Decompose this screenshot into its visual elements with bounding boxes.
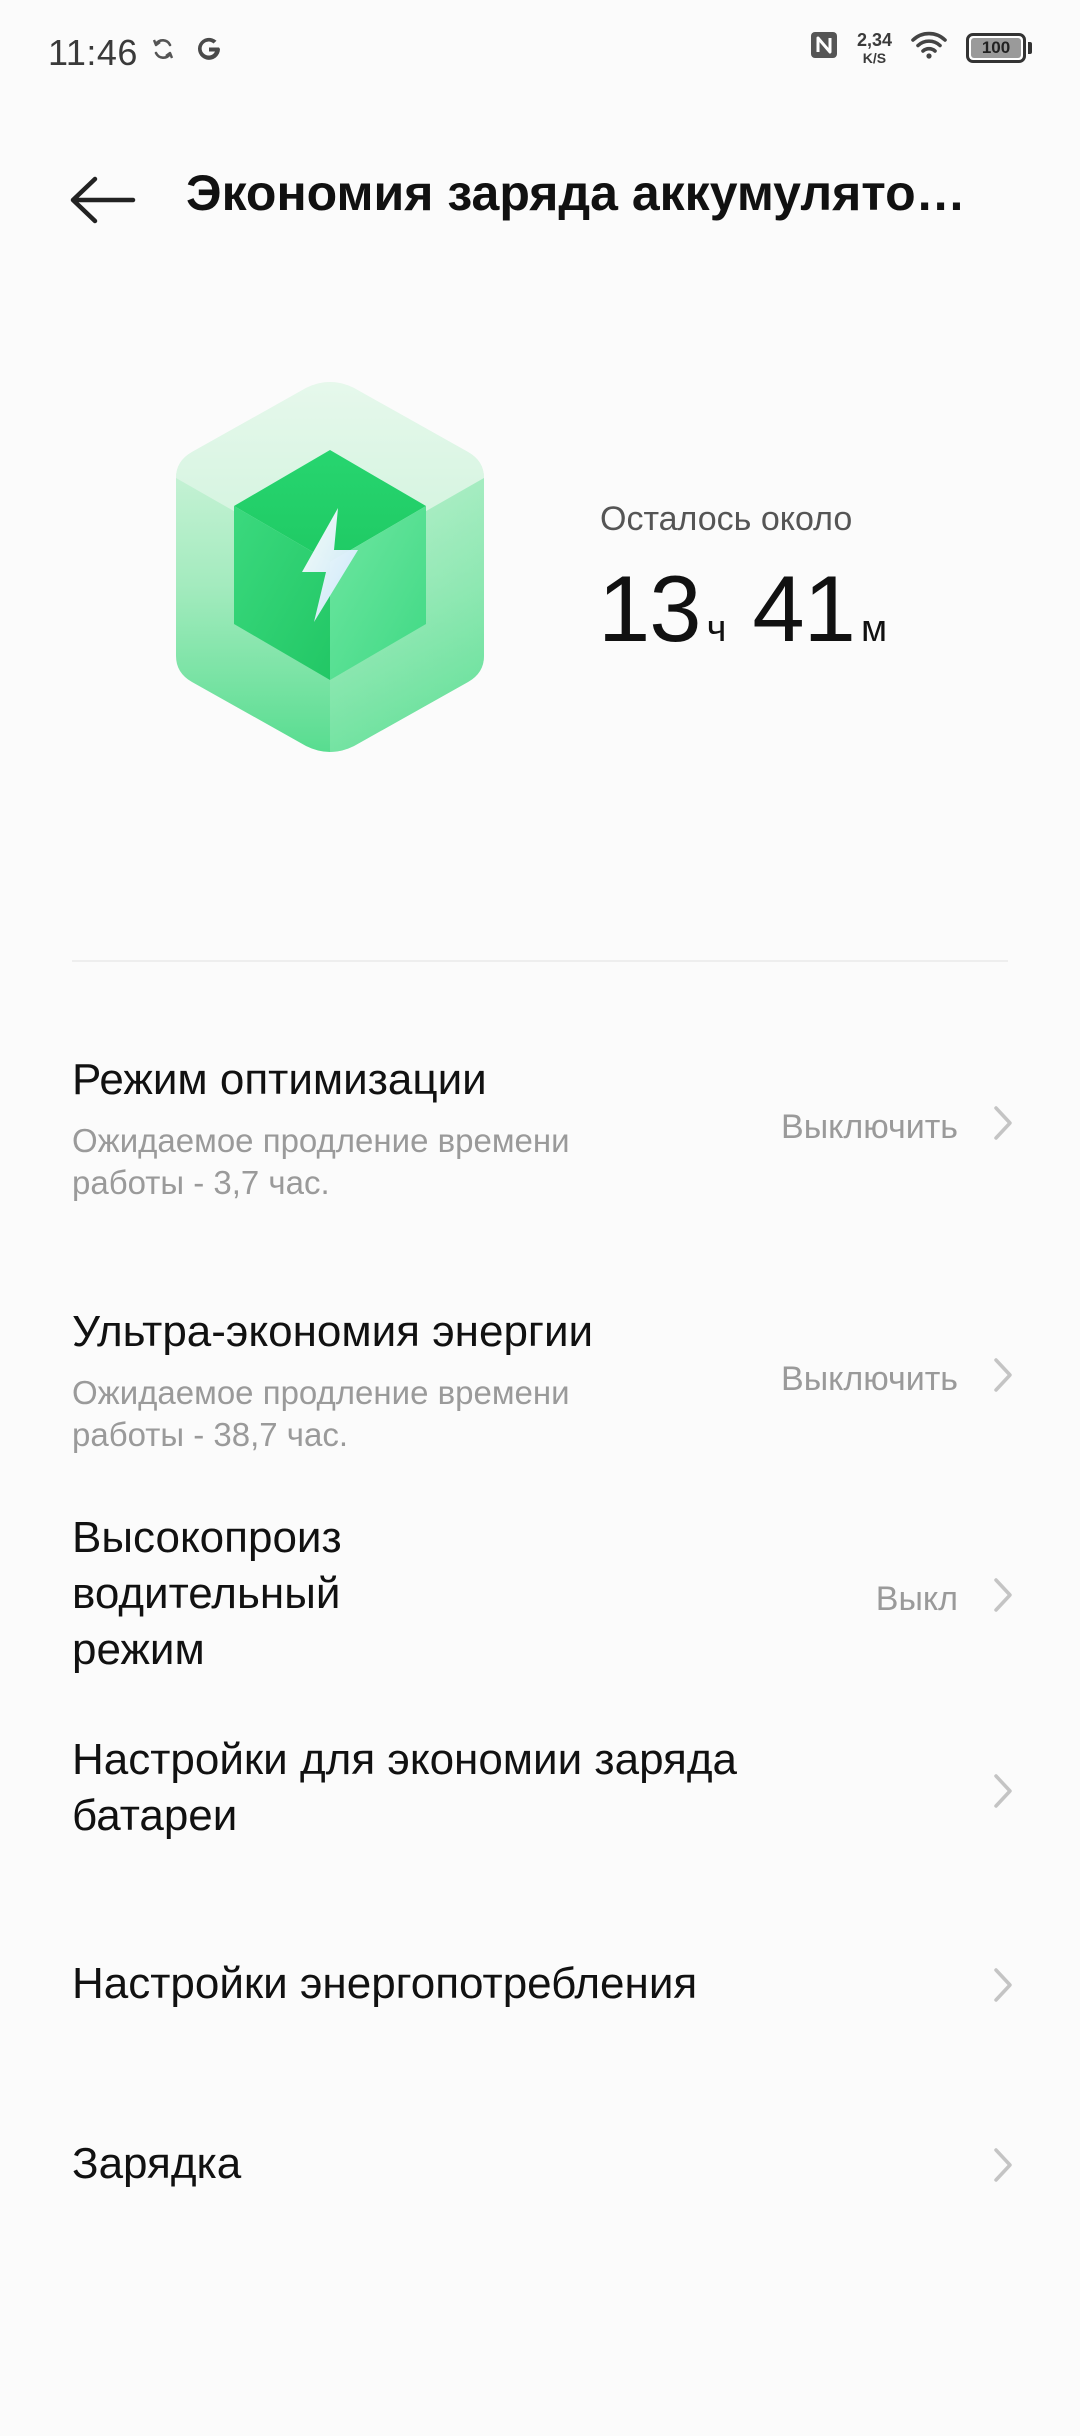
- google-g-icon: [194, 34, 224, 69]
- status-bar: 11:46 2,34 K/S 100: [0, 0, 1080, 110]
- battery-summary: Осталось около 13 ч 41 м: [0, 360, 1080, 800]
- setting-title: Зарядка: [72, 2139, 242, 2188]
- battery-level: 100: [981, 37, 1011, 57]
- setting-title: Высокопроиз водительный режим: [72, 1510, 342, 1678]
- battery-cube-icon: [150, 360, 510, 780]
- remaining-hours: 13: [598, 556, 702, 661]
- setting-title: Настройки для экономии заряда батареи: [72, 1732, 737, 1844]
- setting-title: Режим оптимизации: [72, 1055, 487, 1104]
- chevron-right-icon: [988, 1354, 1018, 1396]
- net-speed-unit: K/S: [862, 49, 887, 66]
- battery-icon: 100: [966, 32, 1026, 63]
- remaining-minutes-unit: м: [860, 608, 888, 650]
- remaining-hours-unit: ч: [706, 608, 727, 650]
- wifi-icon: [910, 30, 948, 65]
- chevron-right-icon: [988, 1964, 1018, 2006]
- setting-high-performance-mode[interactable]: Высокопроиз водительный режим Выкл: [0, 1506, 1080, 1686]
- header: Экономия заряда аккумулято…: [0, 150, 1080, 260]
- arrow-left-icon: [67, 175, 137, 230]
- chevron-right-icon: [988, 1574, 1018, 1616]
- page-title: Экономия заряда аккумулято…: [186, 165, 966, 221]
- remaining-minutes: 41: [752, 556, 856, 661]
- chevron-right-icon: [988, 2144, 1018, 2186]
- setting-value: Выкл: [875, 1580, 958, 1618]
- setting-title-line: режим: [72, 1625, 205, 1674]
- setting-charging[interactable]: Зарядка: [0, 2110, 1080, 2230]
- remaining-time: 13 ч 41 м: [598, 555, 887, 663]
- status-right-icons: 2,34 K/S 100: [809, 30, 1032, 65]
- sync-icon: [150, 36, 176, 67]
- status-left-icons: [150, 34, 224, 69]
- setting-title-line: водительный: [72, 1569, 341, 1618]
- setting-title: Ультра-экономия энергии: [72, 1307, 594, 1356]
- divider: [72, 960, 1008, 962]
- net-speed-value: 2,34: [856, 29, 892, 50]
- setting-battery-saver-settings[interactable]: Настройки для экономии заряда батареи: [0, 1730, 1080, 1880]
- setting-subtitle: Ожидаемое продление времени работы - 3,7…: [72, 1122, 570, 1201]
- battery-cap: [1028, 41, 1032, 54]
- setting-title: Настройки энергопотребления: [72, 1959, 698, 2008]
- setting-title-line: Настройки для экономии заряда: [72, 1735, 738, 1784]
- nfc-icon: [809, 30, 839, 65]
- status-time: 11:46: [48, 32, 138, 73]
- chevron-right-icon: [988, 1770, 1018, 1812]
- setting-ultra-power-saving[interactable]: Ультра-экономия энергии Ожидаемое продле…: [0, 1282, 1080, 1502]
- setting-title-line: батареи: [72, 1791, 238, 1840]
- setting-optimization-mode[interactable]: Режим оптимизации Ожидаемое продление вр…: [0, 1030, 1080, 1250]
- setting-subtitle: Ожидаемое продление времени работы - 38,…: [72, 1374, 570, 1453]
- remaining-label: Осталось около: [600, 500, 853, 538]
- setting-power-consumption[interactable]: Настройки энергопотребления: [0, 1930, 1080, 2050]
- net-speed: 2,34 K/S: [857, 31, 892, 65]
- back-button[interactable]: [62, 162, 142, 242]
- setting-value: Выключить: [781, 1108, 958, 1146]
- chevron-right-icon: [988, 1102, 1018, 1144]
- setting-value: Выключить: [781, 1360, 958, 1398]
- setting-title-line: Высокопроиз: [72, 1513, 342, 1562]
